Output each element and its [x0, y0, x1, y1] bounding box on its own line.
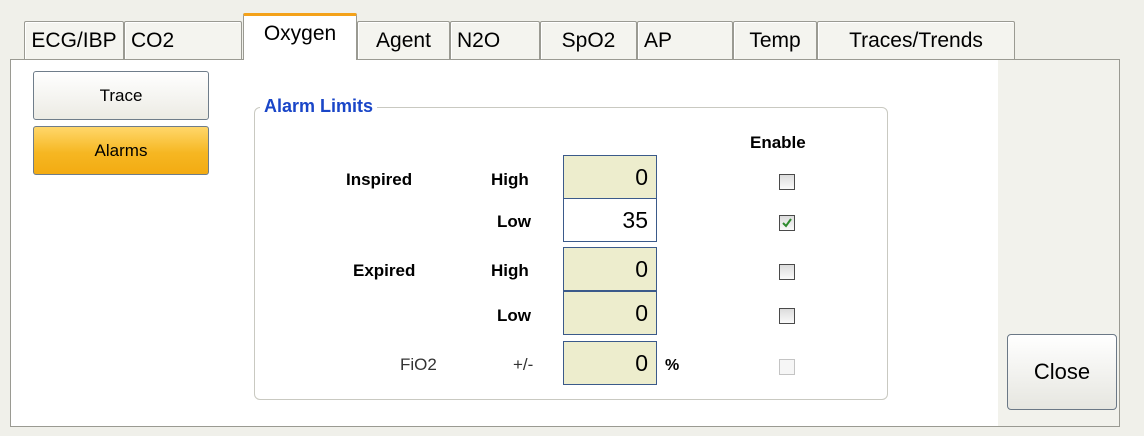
inspired-low-field[interactable]: 35: [563, 198, 657, 242]
tab-oxygen[interactable]: Oxygen: [243, 13, 357, 60]
fio2-label: FiO2: [400, 355, 437, 374]
inspired-label: Inspired: [346, 170, 413, 189]
inspired-high-enable-checkbox[interactable]: [779, 174, 795, 190]
expired-high-label: High: [491, 261, 529, 280]
fio2-tolerance-label: +/-: [513, 355, 534, 374]
inspired-low-label: Low: [497, 212, 531, 231]
inspired-high-field[interactable]: 0: [563, 155, 657, 199]
tab-n2o[interactable]: N2O: [450, 21, 540, 59]
tab-agent[interactable]: Agent: [357, 21, 450, 59]
alarms-button[interactable]: Alarms: [33, 126, 209, 175]
check-mark-icon: [782, 218, 792, 228]
tab-traces-trends[interactable]: Traces/Trends: [817, 21, 1015, 59]
enable-header: Enable: [750, 133, 806, 152]
expired-low-enable-checkbox[interactable]: [779, 308, 795, 324]
fio2-unit: %: [665, 357, 680, 374]
trace-button[interactable]: Trace: [33, 71, 209, 120]
fio2-enable-checkbox: [779, 359, 795, 375]
expired-low-label: Low: [497, 306, 531, 325]
fio2-tolerance-field[interactable]: 0: [563, 341, 657, 385]
tab-temp[interactable]: Temp: [733, 21, 817, 59]
tab-ap[interactable]: AP: [637, 21, 733, 59]
expired-high-enable-checkbox[interactable]: [779, 264, 795, 280]
expired-high-field[interactable]: 0: [563, 247, 657, 291]
tab-spo2[interactable]: SpO2: [540, 21, 637, 59]
close-button[interactable]: Close: [1007, 334, 1117, 410]
expired-low-field[interactable]: 0: [563, 291, 657, 335]
inspired-low-enable-checkbox[interactable]: [779, 215, 795, 231]
tab-co2[interactable]: CO2: [124, 21, 242, 59]
tab-ecg-ibp[interactable]: ECG/IBP: [24, 21, 124, 59]
alarm-limits-title: Alarm Limits: [260, 96, 378, 117]
inspired-high-label: High: [491, 170, 529, 189]
expired-label: Expired: [353, 261, 416, 280]
